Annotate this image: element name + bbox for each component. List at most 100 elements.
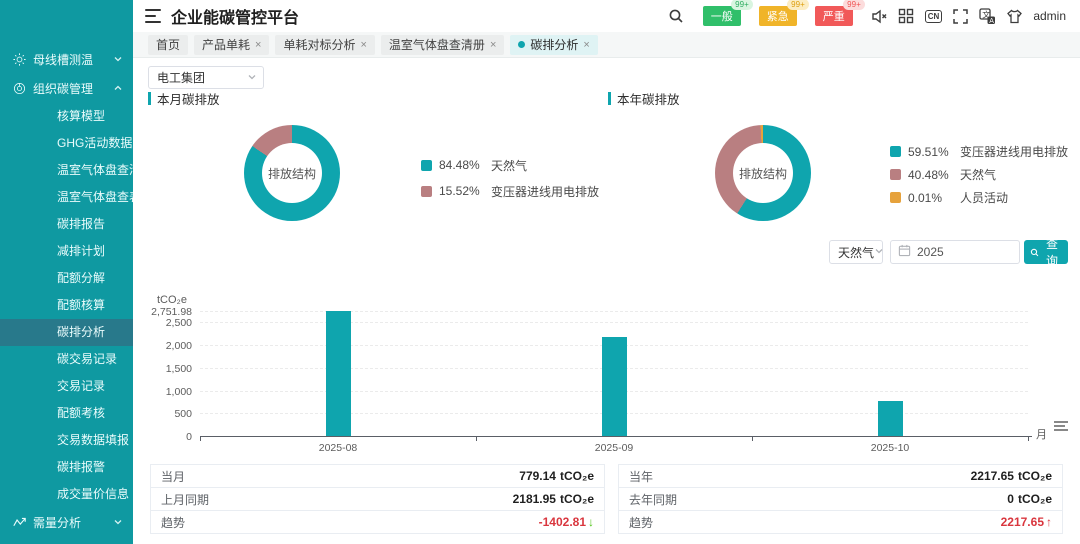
summary-row: 当年2217.65tCO₂e — [619, 465, 1062, 488]
gridline — [200, 311, 1028, 312]
alarm-badge[interactable]: 紧急99+ — [759, 6, 797, 26]
legend-item[interactable]: 84.48%天然气 — [421, 152, 599, 178]
bar-2025-08 — [326, 311, 351, 436]
x-axis-unit: 月 — [1036, 426, 1047, 442]
header-actions: 一般99+ 紧急99+ 严重99+ CN 文A admin — [668, 6, 1080, 26]
sidebar-group-label: 需量分析 — [33, 514, 106, 531]
summary-value: 0 — [1007, 492, 1014, 506]
sidebar-item[interactable]: GHG活动数据采集 — [0, 130, 133, 157]
tab[interactable]: 温室气体盘查清册× — [381, 35, 504, 55]
active-tab-dot — [518, 41, 525, 48]
summary-table-year: 当年2217.65tCO₂e去年同期0tCO₂e趋势2217.65↑ — [618, 464, 1063, 534]
gridline — [200, 322, 1028, 323]
tab-active[interactable]: 碳排分析 × — [510, 35, 597, 55]
org-select[interactable]: 电工集团 — [148, 66, 264, 89]
section-title-month: 本月碳排放 — [148, 89, 220, 108]
tab[interactable]: 单耗对标分析 × — [275, 35, 374, 55]
legend-swatch — [890, 169, 901, 180]
apps-grid-icon[interactable] — [898, 8, 915, 25]
sidebar-item[interactable]: 碳交易记录 — [0, 346, 133, 373]
sidebar-item[interactable]: 成交量价信息 — [0, 481, 133, 508]
legend-swatch — [421, 160, 432, 171]
legend-item[interactable]: 40.48%天然气 — [890, 163, 1068, 186]
summary-value: 2181.95 — [513, 492, 556, 506]
summary-label: 趋势 — [161, 514, 539, 531]
tab-close-icon[interactable]: × — [583, 39, 589, 51]
tab-label: 单耗对标分析 — [283, 36, 355, 53]
summary-value: -1402.81 — [539, 515, 586, 529]
legend-item[interactable]: 59.51%变压器进线用电排放 — [890, 140, 1068, 163]
language-cn-icon[interactable]: CN — [925, 10, 943, 23]
sidebar-item[interactable]: 温室气体盘查表 — [0, 184, 133, 211]
year-picker[interactable]: 2025 — [890, 240, 1020, 264]
search-icon[interactable] — [668, 8, 685, 25]
sidebar-item[interactable]: 碳排报告 — [0, 211, 133, 238]
theme-shirt-icon[interactable] — [1006, 8, 1023, 25]
sidebar-item[interactable]: 交易记录 — [0, 373, 133, 400]
sidebar-group-item[interactable]: 组织碳管理 — [0, 74, 133, 103]
y-axis-tick-label: 2,000 — [140, 340, 192, 352]
x-axis-category-label: 2025-08 — [319, 442, 358, 454]
sidebar-item[interactable]: 交易数据填报 — [0, 427, 133, 454]
mute-icon[interactable] — [871, 8, 888, 25]
tab[interactable]: 产品单耗 × — [194, 35, 269, 55]
legend-percent: 59.51% — [908, 145, 960, 159]
legend-label: 人员活动 — [960, 189, 1008, 206]
user-name[interactable]: admin — [1033, 9, 1066, 23]
donut-center-label: 排放结构 — [268, 165, 316, 182]
alarm-badges: 一般99+ 紧急99+ 严重99+ — [703, 6, 853, 26]
bar-2025-09 — [602, 337, 627, 436]
summary-label: 趋势 — [629, 514, 1001, 531]
legend-item[interactable]: 0.01%人员活动 — [890, 186, 1068, 209]
gas-select[interactable]: 天然气 — [829, 240, 883, 264]
tab[interactable]: 首页 — [148, 35, 188, 55]
sidebar-group-item[interactable]: 母线槽测温 — [0, 45, 133, 74]
tab-label: 碳排分析 — [530, 36, 578, 53]
y-axis-tick-label: 500 — [140, 408, 192, 420]
chevron-up-icon — [113, 82, 123, 96]
alarm-badge[interactable]: 严重99+ — [815, 6, 853, 26]
legend-year: 59.51%变压器进线用电排放40.48%天然气0.01%人员活动 — [890, 140, 1068, 209]
sidebar-item[interactable]: 配额核算 — [0, 292, 133, 319]
chevron-down-icon — [247, 71, 257, 85]
summary-label: 上月同期 — [161, 491, 513, 508]
fullscreen-icon[interactable] — [952, 8, 969, 25]
x-axis-category-label: 2025-09 — [595, 442, 634, 454]
summary-table-month: 当月779.14tCO₂e上月同期2181.95tCO₂e趋势-1402.81↓ — [150, 464, 605, 534]
y-axis-tick-label: 1,000 — [140, 386, 192, 398]
donut-chart-month: 排放结构 — [244, 125, 340, 221]
tab-label: 产品单耗 — [202, 36, 250, 53]
sidebar-item[interactable]: 配额分解 — [0, 265, 133, 292]
y-axis-tick-label: 2,751.98 — [140, 306, 192, 318]
translate-icon[interactable]: 文A — [979, 8, 996, 25]
sidebar-item[interactable]: 配额考核 — [0, 400, 133, 427]
sidebar-item[interactable]: 温室气体盘查清册 — [0, 157, 133, 184]
tab-close-icon[interactable]: × — [360, 39, 366, 51]
tab-close-icon[interactable]: × — [490, 39, 496, 51]
search-button[interactable]: 查询 — [1024, 240, 1068, 264]
alarm-badge-count: 99+ — [843, 0, 865, 10]
summary-label: 去年同期 — [629, 491, 1007, 508]
sidebar-item[interactable]: 核算模型 — [0, 103, 133, 130]
y-axis-tick-label: 0 — [140, 431, 192, 443]
alarm-badge[interactable]: 一般99+ — [703, 6, 741, 26]
bar-chart: tCO₂e 月 05001,0001,5002,0002,5002,751.98… — [133, 288, 1080, 458]
summary-value: 2217.65 — [971, 469, 1014, 483]
summary-value: 2217.65 — [1001, 515, 1044, 529]
sidebar-item[interactable]: 碳排分析 — [0, 319, 133, 346]
org-select-value: 电工集团 — [149, 69, 247, 86]
sidebar-item[interactable]: 减排计划 — [0, 238, 133, 265]
x-axis-category-label: 2025-10 — [871, 442, 910, 454]
alarm-badge-count: 99+ — [731, 0, 753, 10]
legend-percent: 40.48% — [908, 168, 960, 182]
collapse-menu-icon[interactable] — [145, 9, 161, 23]
sidebar-group-item[interactable]: 需量分析 — [0, 508, 133, 537]
sidebar-item[interactable]: 碳排报警 — [0, 454, 133, 481]
legend-label: 变压器进线用电排放 — [960, 143, 1068, 160]
chart-toolbox-icon[interactable] — [1054, 420, 1068, 432]
summary-row: 去年同期0tCO₂e — [619, 488, 1062, 511]
legend-item[interactable]: 15.52%变压器进线用电排放 — [421, 178, 599, 204]
chevron-down-icon — [113, 516, 123, 530]
x-axis-line — [200, 436, 1032, 437]
tab-close-icon[interactable]: × — [255, 39, 261, 51]
